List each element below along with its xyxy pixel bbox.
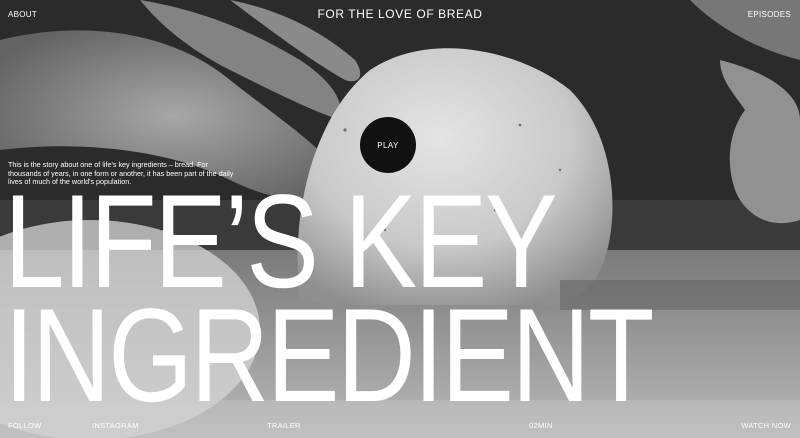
headline-line-2: INGREDIENT bbox=[4, 282, 654, 430]
watch-now-button[interactable]: WATCH NOW bbox=[741, 421, 791, 430]
site-logo[interactable]: FOR THE LOVE OF BREAD bbox=[0, 7, 800, 21]
trailer-link[interactable]: TRAILER bbox=[267, 421, 301, 430]
duration-label: 02MIN bbox=[529, 421, 553, 430]
follow-label: FOLLOW bbox=[8, 421, 42, 430]
instagram-link[interactable]: INSTAGRAM bbox=[92, 421, 139, 430]
hero-section: ABOUT FOR THE LOVE OF BREAD EPISODES Thi… bbox=[0, 0, 800, 438]
play-button[interactable]: PLAY bbox=[360, 117, 416, 173]
nav-episodes-link[interactable]: EPISODES bbox=[748, 10, 791, 19]
